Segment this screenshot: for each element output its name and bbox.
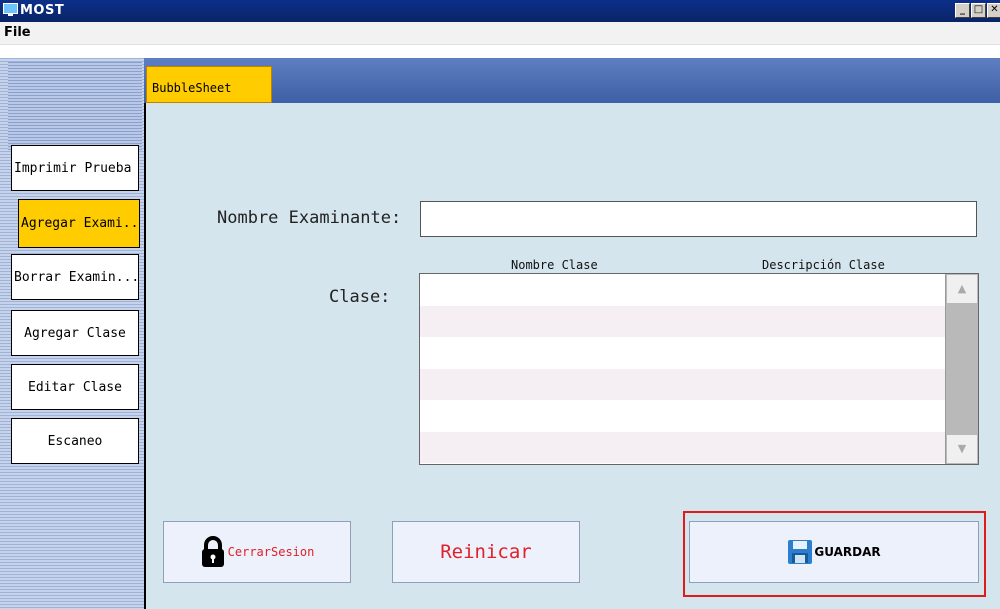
guardar-highlight — [683, 511, 986, 597]
table-row[interactable] — [420, 368, 978, 400]
nombre-examinante-label: Nombre Examinante: — [217, 208, 402, 228]
cerrar-sesion-button[interactable]: CerrarSesion — [163, 521, 351, 583]
menu-bar: File — [0, 22, 1000, 45]
sidebar-item-imprimir-prueba[interactable]: Imprimir Prueba — [11, 145, 139, 191]
maximize-button[interactable]: □ — [971, 3, 986, 18]
table-row[interactable] — [420, 400, 978, 432]
tab-bubblesheet[interactable]: BubbleSheet — [146, 66, 272, 103]
nombre-examinante-input[interactable] — [420, 201, 977, 237]
sidebar-item-borrar-examinante[interactable]: Borrar Examin... — [11, 254, 139, 300]
reinicar-label: Reinicar — [440, 541, 532, 563]
sidebar-item-escaneo[interactable]: Escaneo — [11, 418, 139, 464]
scroll-down-icon[interactable]: ▼ — [947, 435, 977, 463]
minimize-button[interactable]: _ — [955, 3, 970, 18]
scroll-up-icon[interactable]: ▲ — [947, 275, 977, 303]
cerrar-sesion-label: CerrarSesion — [227, 545, 315, 559]
lock-icon — [201, 536, 224, 567]
table-row[interactable] — [420, 337, 978, 369]
sidebar-item-agregar-clase[interactable]: Agregar Clase — [11, 310, 139, 356]
sidebar-header — [8, 62, 142, 150]
clase-label: Clase: — [329, 287, 391, 307]
table-row[interactable] — [420, 305, 978, 337]
close-button[interactable]: ✕ — [987, 3, 1000, 18]
sidebar-item-agregar-examinante[interactable]: Agregar Exami... — [18, 199, 140, 248]
table-row[interactable] — [420, 274, 978, 306]
table-scrollbar[interactable]: ▲ ▼ — [945, 274, 978, 464]
class-table[interactable]: ▲ ▼ — [419, 273, 979, 465]
title-bar: MOST _ □ ✕ — [0, 0, 1000, 22]
column-header-descripcion-clase: Descripción Clase — [762, 258, 885, 272]
sidebar-item-editar-clase[interactable]: Editar Clase — [11, 364, 139, 410]
monitor-icon — [3, 3, 18, 16]
window-title: MOST — [20, 3, 65, 18]
column-header-nombre-clase: Nombre Clase — [511, 258, 598, 272]
table-row[interactable] — [420, 431, 978, 463]
menu-file[interactable]: File — [4, 25, 31, 40]
reinicar-button[interactable]: Reinicar — [392, 521, 580, 583]
